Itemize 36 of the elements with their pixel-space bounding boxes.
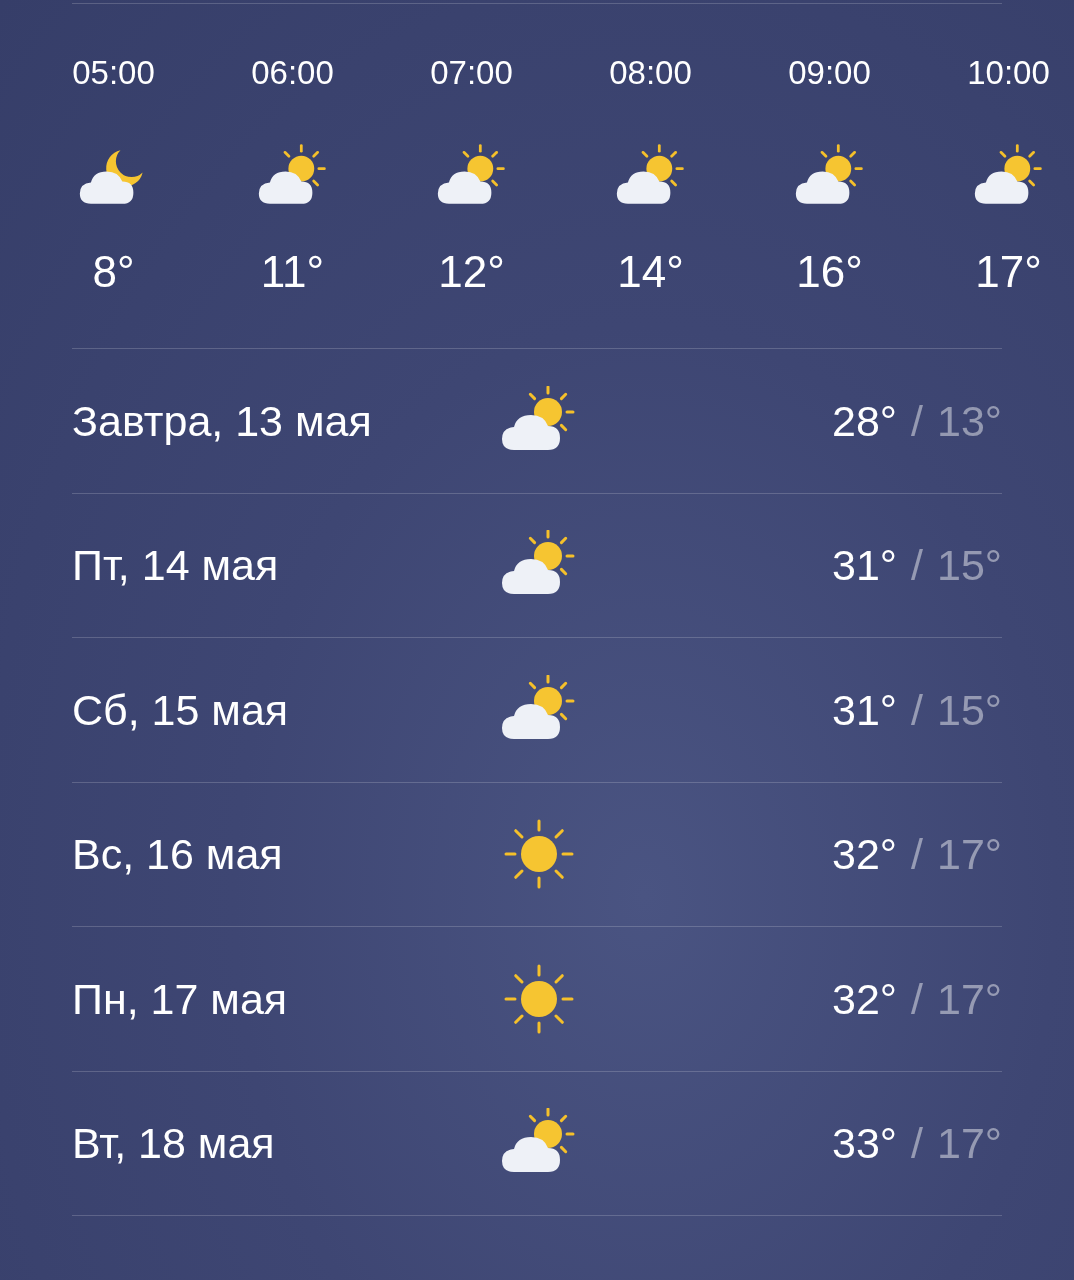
hour-time: 05:00 — [72, 56, 155, 89]
low-temperature: 13° — [936, 395, 1002, 447]
high-temperature: 31° — [832, 540, 897, 591]
separator: / — [911, 540, 923, 591]
hour-temperature: 17° — [975, 250, 1042, 294]
day-label: Вт, 18 мая — [72, 1118, 276, 1169]
day-label: Пн, 17 мая — [72, 973, 289, 1025]
separator: / — [911, 684, 923, 736]
day-label: Завтра, 13 мая — [72, 395, 373, 447]
separator: / — [911, 973, 923, 1025]
day-label: Пт, 14 мая — [72, 540, 280, 591]
day-label: Сб, 15 мая — [72, 684, 290, 736]
hour-time: 06:00 — [251, 56, 334, 89]
high-temperature: 33° — [832, 1118, 897, 1169]
hour-temperature: 16° — [796, 250, 863, 294]
hour-temperature: 11° — [260, 250, 325, 294]
separator: / — [911, 1118, 923, 1169]
low-temperature: 17° — [936, 973, 1002, 1025]
low-temperature: 17° — [936, 829, 1002, 880]
low-temperature: 15° — [936, 540, 1002, 591]
separator: / — [911, 395, 923, 447]
day-label: Вс, 16 мая — [72, 829, 284, 880]
high-temperature: 32° — [832, 973, 897, 1025]
hour-temperature: 8° — [92, 250, 135, 294]
hour-time: 09:00 — [788, 56, 871, 89]
high-temperature: 32° — [832, 829, 897, 880]
low-temperature: 15° — [936, 684, 1002, 736]
high-temperature: 31° — [832, 684, 897, 736]
low-temperature: 17° — [936, 1118, 1002, 1169]
separator: / — [911, 829, 923, 880]
hour-time: 10:00 — [967, 56, 1050, 89]
high-temperature: 28° — [832, 395, 897, 447]
hour-time: 08:00 — [609, 56, 692, 89]
hour-time: 07:00 — [430, 56, 513, 89]
hour-temperature: 14° — [617, 250, 684, 294]
hour-temperature: 12° — [438, 250, 505, 294]
